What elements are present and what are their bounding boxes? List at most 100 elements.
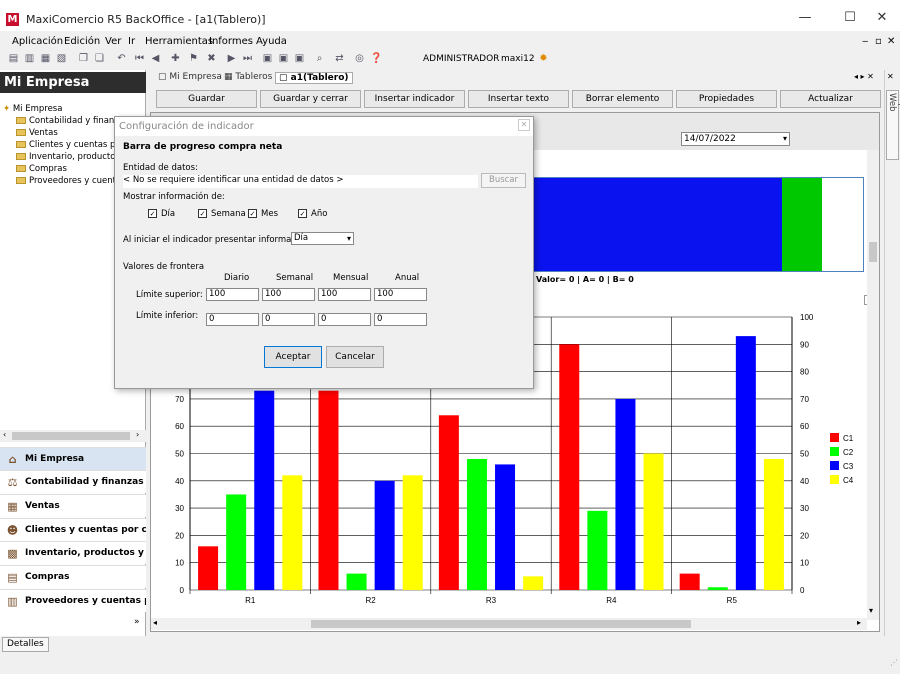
upper-diario-input[interactable]: 100 bbox=[206, 288, 259, 301]
view3-icon[interactable]: ▣ bbox=[294, 53, 305, 64]
insertar-indicador-button[interactable]: Insertar indicador bbox=[364, 90, 465, 108]
nav-expand-icon[interactable]: » bbox=[134, 617, 140, 627]
undo-icon[interactable]: ↶ bbox=[116, 53, 127, 64]
start-select[interactable]: Día ▾ bbox=[291, 232, 354, 245]
nav-compras[interactable]: ▤ Compras bbox=[0, 565, 146, 588]
vscroll-thumb[interactable] bbox=[869, 242, 877, 262]
menu-ver[interactable]: Ver bbox=[105, 36, 121, 47]
view1-icon[interactable]: ▣ bbox=[262, 53, 273, 64]
detalles-tab[interactable]: Detalles bbox=[2, 637, 49, 652]
tab-mi-empresa[interactable]: ▢ Mi Empresa bbox=[158, 72, 222, 82]
upper-semanal-input[interactable]: 100 bbox=[262, 288, 315, 301]
add-icon[interactable]: ✚ bbox=[170, 53, 181, 64]
guardar-cerrar-button[interactable]: Guardar y cerrar bbox=[260, 90, 361, 108]
explorador-web-tab[interactable]: Explorador Web bbox=[886, 90, 900, 160]
hscroll-thumb[interactable] bbox=[311, 620, 691, 628]
dock-close-icon[interactable]: ✕ bbox=[887, 72, 894, 81]
tree-item[interactable]: Contabilidad y finanzas bbox=[16, 116, 128, 126]
mdi-minimize-button[interactable]: ‒ bbox=[862, 36, 868, 47]
nav-mi-empresa[interactable]: ⌂ Mi Empresa bbox=[0, 447, 146, 470]
paste-icon[interactable]: ❏ bbox=[94, 53, 105, 64]
nav-contabilidad[interactable]: ⚖ Contabilidad y finanzas bbox=[0, 470, 146, 493]
refresh-icon[interactable]: ⇄ bbox=[334, 53, 345, 64]
upper-anual-input[interactable]: 100 bbox=[374, 288, 427, 301]
dialog-title: Configuración de indicador bbox=[114, 116, 534, 136]
maximize-button[interactable]: ☐ bbox=[835, 6, 865, 30]
checkbox[interactable]: ✓ bbox=[248, 209, 257, 218]
search-icon[interactable]: ⌕ bbox=[314, 53, 325, 64]
buscar-button[interactable]: Buscar bbox=[481, 173, 526, 188]
lower-anual-input[interactable]: 0 bbox=[374, 313, 427, 326]
borrar-elemento-button[interactable]: Borrar elemento bbox=[572, 90, 673, 108]
copy-icon[interactable]: ❐ bbox=[78, 53, 89, 64]
nav-inventario[interactable]: ▩ Inventario, productos y ser... bbox=[0, 541, 146, 564]
scroll-thumb[interactable] bbox=[12, 432, 130, 440]
settings-icon[interactable]: ✹ bbox=[538, 53, 549, 64]
check-label: Mes bbox=[261, 209, 278, 219]
help-icon[interactable]: ❓ bbox=[370, 53, 382, 64]
aceptar-button[interactable]: Aceptar bbox=[264, 346, 322, 368]
y-tick-label-left: 70 bbox=[175, 395, 184, 404]
scroll-down-icon[interactable]: ▾ bbox=[869, 606, 873, 615]
left-hscrollbar[interactable]: ‹ › bbox=[0, 430, 146, 442]
print-preview-icon[interactable]: ▧ bbox=[56, 53, 67, 64]
scroll-right-icon[interactable]: ▸ bbox=[857, 618, 861, 627]
close-button[interactable]: ✕ bbox=[867, 6, 897, 30]
view2-icon[interactable]: ▣ bbox=[278, 53, 289, 64]
nav-ventas[interactable]: ▦ Ventas bbox=[0, 494, 146, 517]
lower-mensual-input[interactable]: 0 bbox=[318, 313, 371, 326]
upper-mensual-input[interactable]: 100 bbox=[318, 288, 371, 301]
checkbox[interactable]: ✓ bbox=[298, 209, 307, 218]
filter-icon[interactable]: ⚑ bbox=[188, 53, 199, 64]
tree-root[interactable]: ✦ Mi Empresa bbox=[3, 104, 62, 114]
mdi-close-button[interactable]: ✕ bbox=[887, 36, 895, 47]
minimize-button[interactable]: — bbox=[790, 6, 820, 30]
resize-grip-icon[interactable]: ⋰ bbox=[890, 658, 898, 667]
actualizar-button[interactable]: Actualizar bbox=[780, 90, 881, 108]
last-icon[interactable]: ⏭ bbox=[242, 53, 253, 64]
propiedades-button[interactable]: Propiedades bbox=[676, 90, 777, 108]
next-icon[interactable]: ▶ bbox=[226, 53, 237, 64]
scroll-right-icon[interactable]: › bbox=[136, 430, 139, 439]
check-dia[interactable]: ✓ Día bbox=[148, 209, 175, 219]
checkbox[interactable]: ✓ bbox=[148, 209, 157, 218]
dialog-close-icon[interactable]: ✕ bbox=[518, 119, 530, 131]
insertar-texto-button[interactable]: Insertar texto bbox=[468, 90, 569, 108]
check-anio[interactable]: ✓ Año bbox=[298, 209, 327, 219]
lower-diario-input[interactable]: 0 bbox=[206, 313, 259, 326]
new-icon[interactable]: ▤ bbox=[8, 53, 19, 64]
guardar-button[interactable]: Guardar bbox=[156, 90, 257, 108]
first-icon[interactable]: ⏮ bbox=[134, 53, 145, 64]
print-icon[interactable]: ▦ bbox=[40, 53, 51, 64]
menu-informes[interactable]: Informes bbox=[209, 36, 253, 47]
canvas-hscrollbar[interactable]: ◂ ▸ bbox=[151, 618, 867, 630]
tab-a1-tablero[interactable]: ▢ a1(Tablero) bbox=[275, 72, 353, 84]
scroll-left-icon[interactable]: ◂ bbox=[153, 618, 157, 627]
config-dialog bbox=[114, 116, 534, 389]
tree-item[interactable]: Compras bbox=[16, 164, 67, 174]
check-mes[interactable]: ✓ Mes bbox=[248, 209, 278, 219]
open-icon[interactable]: ▥ bbox=[24, 53, 35, 64]
menu-edicion[interactable]: Edición bbox=[64, 36, 100, 47]
scroll-left-icon[interactable]: ‹ bbox=[3, 430, 6, 439]
menu-herramientas[interactable]: Herramientas bbox=[145, 36, 213, 47]
check-semana[interactable]: ✓ Semana bbox=[198, 209, 246, 219]
menu-ir[interactable]: Ir bbox=[128, 36, 135, 47]
mdi-restore-button[interactable]: ▫ bbox=[875, 36, 882, 47]
prev-icon[interactable]: ◀ bbox=[150, 53, 161, 64]
lower-semanal-input[interactable]: 0 bbox=[262, 313, 315, 326]
tree-item[interactable]: Ventas bbox=[16, 128, 58, 138]
web-icon[interactable]: ◎ bbox=[354, 53, 365, 64]
bar bbox=[643, 453, 664, 590]
tab-nav-icons[interactable]: ◂ ▸ ✕ bbox=[854, 72, 874, 81]
date-picker[interactable]: 14/07/2022 ▾ bbox=[681, 132, 790, 146]
cancelar-button[interactable]: Cancelar bbox=[326, 346, 384, 368]
delete-icon[interactable]: ✖ bbox=[206, 53, 217, 64]
menu-aplicacion[interactable]: Aplicación bbox=[12, 36, 63, 47]
nav-clientes[interactable]: ☻ Clientes y cuentas por cobrar bbox=[0, 518, 146, 541]
checkbox[interactable]: ✓ bbox=[198, 209, 207, 218]
menu-ayuda[interactable]: Ayuda bbox=[256, 36, 287, 47]
canvas-vscrollbar[interactable]: ▾ bbox=[867, 150, 879, 620]
tab-tableros[interactable]: ▦ Tableros bbox=[224, 72, 272, 82]
nav-proveedores[interactable]: ▥ Proveedores y cuentas por ... bbox=[0, 589, 146, 612]
